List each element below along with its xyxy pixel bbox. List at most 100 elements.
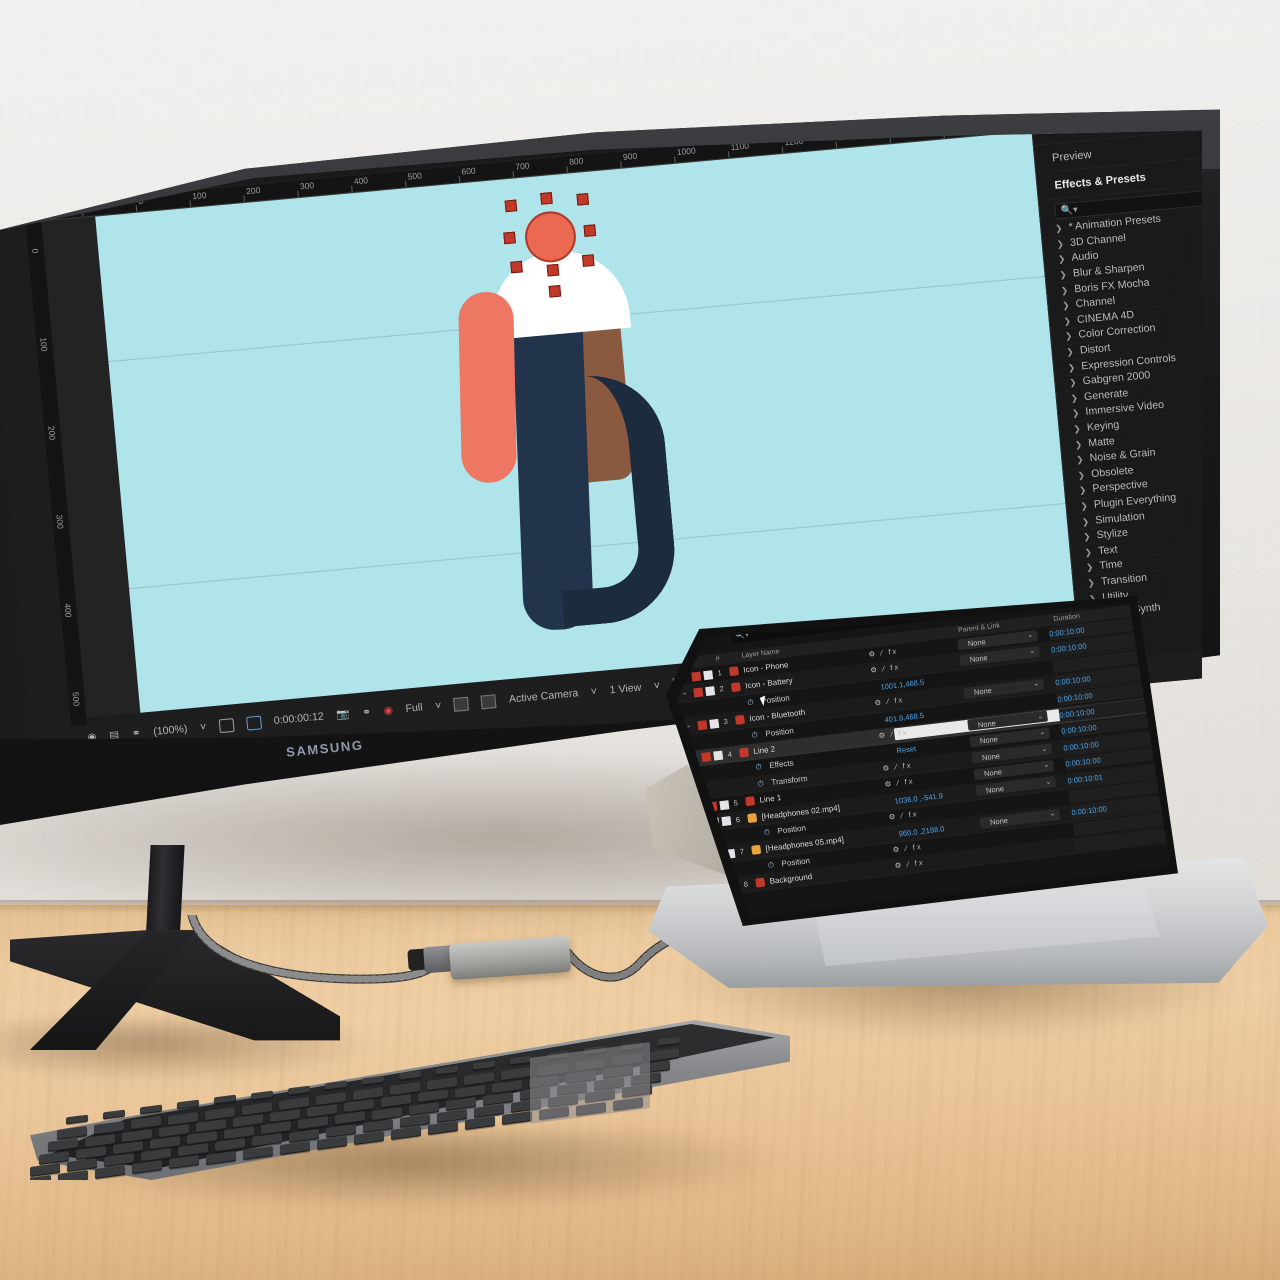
layer-color-swatch[interactable] [693,687,704,698]
resolution-value[interactable]: Full [405,701,423,714]
channel-icon[interactable]: ⚭ [362,706,372,718]
tablet-tab-headphone-icons[interactable]: Headphone Icons [779,604,846,620]
keyboard-key[interactable] [132,1160,162,1175]
chevron-right-icon[interactable]: ❯ [1058,254,1066,264]
comp-close-icon[interactable]: x [33,187,39,198]
stopwatch-icon[interactable]: ⏱ [751,730,758,741]
layer-switches[interactable]: ⚙ ⁄ fx [884,777,915,789]
keyboard-key[interactable] [326,1123,356,1138]
stopwatch-icon[interactable]: ⏱ [755,762,762,773]
snapping-checkbox[interactable] [48,156,64,172]
chevron-right-icon[interactable]: ❯ [1069,378,1077,388]
comp-mask-icon[interactable]: ⚭ [131,727,141,739]
camera-chevron[interactable]: ˅ [590,686,597,698]
zoom-dropdown-chevron[interactable]: ˅ [200,721,207,733]
comp-monitor-icon[interactable]: ▤ [109,729,120,739]
chevron-right-icon[interactable]: ❯ [1080,501,1088,511]
keyboard-key[interactable] [242,1101,272,1116]
layer-color-swatch[interactable] [691,671,702,682]
layer-name[interactable]: Icon - Battery [745,676,793,690]
keyboard-key[interactable] [492,1079,522,1094]
chevron-down-icon[interactable]: ⌄ [1039,728,1046,737]
transparency-grid-icon[interactable] [453,696,470,712]
layer-color-swatch[interactable] [697,719,708,730]
chevron-down-icon[interactable]: ⌄ [1041,744,1048,753]
keyboard-key[interactable] [289,1128,319,1143]
keyboard-key[interactable] [30,1162,60,1177]
keyboard-key[interactable] [381,1094,411,1109]
keyboard-key[interactable] [354,1130,384,1145]
resolution-chevron[interactable]: ˅ [435,700,442,712]
keyboard-key[interactable] [465,1116,495,1131]
layer-name[interactable]: Background [769,872,813,886]
property-name[interactable]: Position [781,856,810,868]
viewer-lock-icon[interactable] [480,693,497,709]
chevron-right-icon[interactable]: ❯ [1065,331,1073,341]
keyboard-key[interactable] [122,1128,152,1143]
keyboard-key[interactable] [391,1126,421,1140]
comp-tab-label[interactable]: Composition [82,176,145,194]
keyboard-key[interactable] [243,1145,273,1160]
keyboard-key[interactable] [168,1111,198,1126]
keyboard-key[interactable] [177,1099,199,1110]
camera-select[interactable]: Active Camera [508,687,578,705]
layer-name[interactable]: Icon - Phone [743,660,789,674]
keyboard-key[interactable] [446,1096,476,1111]
keyboard-key[interactable] [501,1067,531,1082]
current-timecode[interactable]: 0:00:00:12 [273,710,324,726]
property-name[interactable]: Position [765,726,794,738]
keyboard-key[interactable] [113,1140,143,1155]
keyboard-key[interactable] [483,1091,513,1106]
layer-switches[interactable]: ⚙ ⁄ fx [888,809,919,821]
reset-link[interactable]: Reset [896,744,917,755]
selection-handle[interactable] [540,192,553,205]
snap-arrow-icon[interactable]: ↗ [130,150,140,164]
property-value[interactable]: 960.0 ,2188.0 [898,824,945,838]
keyboard-key[interactable] [436,1065,458,1076]
visibility-toggle-icon[interactable] [677,855,678,866]
selection-handle[interactable] [503,231,516,245]
keyboard-key[interactable] [251,1090,273,1100]
stopwatch-icon[interactable]: ⏱ [767,860,774,871]
chevron-right-icon[interactable]: ❯ [1083,532,1091,542]
chevron-down-icon[interactable]: ⌄ [1049,809,1056,818]
layer-name[interactable]: Icon - Bluetooth [749,708,806,723]
keyboard-key[interactable] [464,1072,494,1087]
keyboard-key[interactable] [48,1138,78,1153]
keyboard-key[interactable] [66,1114,88,1125]
chevron-right-icon[interactable]: ❯ [1055,224,1063,234]
chevron-down-icon[interactable]: ⌄ [1029,647,1036,656]
chevron-right-icon[interactable]: ❯ [1077,470,1085,480]
character-artwork[interactable] [441,192,722,652]
keyboard-key[interactable] [205,1106,235,1121]
keyboard-key[interactable] [196,1118,226,1133]
selection-handle[interactable] [581,254,595,267]
property-value[interactable]: 1036.0 ,-541.9 [894,791,943,806]
keyboard-key[interactable] [335,1111,365,1126]
chevron-down-icon[interactable]: ⌄ [1027,631,1034,640]
chevron-down-icon[interactable]: ⌄ [1045,777,1052,786]
chevron-right-icon[interactable]: ❯ [1075,439,1083,449]
keyboard-key[interactable] [214,1094,236,1105]
tablet-panel-menu-icon[interactable] [720,617,731,625]
grid-icon[interactable] [218,717,235,733]
keyboard-key[interactable] [140,1104,162,1115]
keyboard-key[interactable] [317,1135,347,1150]
chevron-right-icon[interactable]: ❯ [1068,362,1076,372]
chevron-right-icon[interactable]: ❯ [1070,393,1078,403]
keyboard-key[interactable] [428,1121,458,1136]
puppet-icon[interactable]: ⚛ [7,161,18,175]
keyboard-key[interactable] [298,1116,328,1131]
layer-name[interactable]: Line 2 [753,744,776,755]
keyboard-key[interactable] [362,1075,384,1086]
chevron-right-icon[interactable]: ❯ [1061,285,1069,295]
property-name[interactable]: Position [777,823,806,835]
keyboard-key[interactable] [94,1121,124,1136]
chevron-right-icon[interactable]: ❯ [1076,455,1084,465]
chevron-right-icon[interactable]: ❯ [1063,316,1071,326]
layer-switches[interactable]: ⚙ ⁄ fx [892,842,923,854]
keyboard-key[interactable] [279,1096,309,1111]
keyboard-key[interactable] [288,1085,310,1096]
keyboard-key[interactable] [252,1133,282,1148]
chevron-right-icon[interactable]: ❯ [1059,270,1067,280]
